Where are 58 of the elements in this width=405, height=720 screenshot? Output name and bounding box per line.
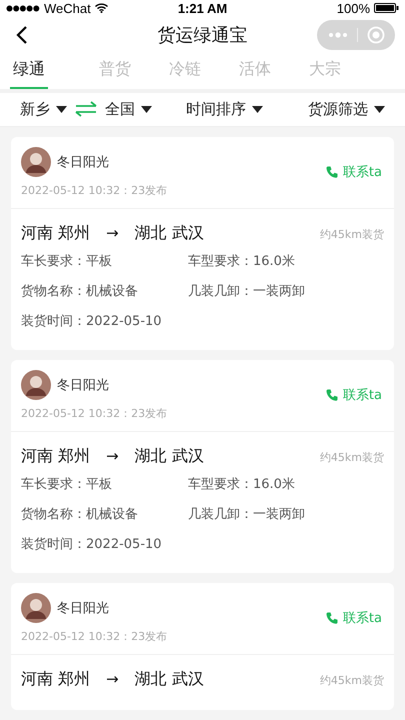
route-origin: 河南 郑州 bbox=[21, 668, 90, 690]
close-icon[interactable] bbox=[366, 26, 384, 44]
detail-text: 几装几卸：一装两卸 bbox=[188, 506, 306, 523]
miniprogram-capsule[interactable] bbox=[317, 20, 395, 50]
detail-text: 车型要求：16.0米 bbox=[188, 252, 296, 270]
post-time: 2022-05-12 10:32：23发布 bbox=[21, 628, 168, 644]
caret-icon bbox=[374, 106, 385, 113]
carrier-name: WeChat bbox=[44, 0, 91, 16]
detail-text: 装货时间：2022-05-10 bbox=[21, 536, 163, 553]
detail-text: 车长要求：平板 bbox=[21, 252, 113, 270]
distance-label: 约45km装货 bbox=[320, 672, 384, 688]
listing-card[interactable]: 冬日阳光 2022-05-12 10:32：23发布 联系ta 河南 郑州 → 湖北 武汉 约45km装货 车长要求：平板 车型要求：16.0米 货物名称：机械设备 几装几卸：一装两卸 装货时间：2022-05-10 bbox=[11, 360, 394, 573]
listing-card[interactable]: 冬日阳光 2022-05-12 10:32：23发布 联系ta 河南 郑州 → 湖北 武汉 约45km装货 bbox=[11, 582, 394, 710]
post-time: 2022-05-12 10:32：23发布 bbox=[21, 182, 168, 198]
destination-dropdown[interactable]: 全国 bbox=[105, 100, 152, 119]
route-destination: 湖北 武汉 bbox=[134, 668, 204, 690]
detail-text: 几装几卸：一装两卸 bbox=[188, 282, 306, 300]
route-arrow: → bbox=[106, 446, 119, 465]
phone-icon bbox=[326, 612, 338, 625]
sort-dropdown[interactable]: 时间排序 bbox=[186, 100, 263, 119]
route-origin: 河南 郑州 bbox=[21, 446, 90, 467]
user-name: 冬日阳光 bbox=[57, 376, 109, 394]
page-title: 货运绿通宝 bbox=[158, 24, 248, 47]
avatar bbox=[21, 146, 51, 177]
route-arrow: → bbox=[106, 224, 119, 242]
detail-text: 装货时间：2022-05-10 bbox=[21, 312, 163, 330]
caret-icon bbox=[252, 106, 263, 113]
caret-icon bbox=[141, 106, 152, 113]
origin-dropdown[interactable]: 新乡 bbox=[20, 100, 67, 119]
wifi-icon bbox=[94, 3, 108, 14]
caret-icon bbox=[56, 106, 67, 113]
status-time: 1:21 AM bbox=[178, 0, 228, 16]
battery-percent: 100% bbox=[336, 0, 370, 16]
avatar bbox=[21, 370, 51, 400]
detail-text: 货物名称：机械设备 bbox=[21, 282, 139, 300]
category-tab[interactable]: 绿通 bbox=[10, 52, 48, 89]
signal-icon bbox=[6, 4, 40, 12]
detail-text: 货物名称：机械设备 bbox=[21, 506, 139, 523]
listing-card[interactable]: 冬日阳光 2022-05-12 10:32：23发布 联系ta 河南 郑州 → 湖北 武汉 约45km装货 车长要求：平板 车型要求：16.0米 货物名称：机械设备 几装几卸：一装两卸 装货时间：2022-05-10 bbox=[11, 136, 394, 350]
route-arrow: → bbox=[106, 670, 119, 688]
back-icon[interactable] bbox=[16, 26, 28, 44]
detail-text: 车长要求：平板 bbox=[21, 476, 113, 493]
post-time: 2022-05-12 10:32：23发布 bbox=[21, 406, 168, 421]
phone-icon bbox=[326, 388, 338, 402]
user-name: 冬日阳光 bbox=[57, 600, 109, 617]
detail-text: 车型要求：16.0米 bbox=[188, 476, 296, 493]
battery-icon bbox=[374, 3, 399, 14]
route-destination: 湖北 武汉 bbox=[134, 222, 204, 244]
distance-label: 约45km装货 bbox=[320, 226, 384, 242]
swap-icon[interactable] bbox=[75, 101, 97, 118]
route-origin: 河南 郑州 bbox=[21, 222, 90, 244]
phone-icon bbox=[326, 166, 338, 179]
route-destination: 湖北 武汉 bbox=[134, 446, 204, 467]
more-icon[interactable] bbox=[328, 32, 348, 38]
user-name: 冬日阳光 bbox=[57, 154, 109, 171]
distance-label: 约45km装货 bbox=[320, 450, 384, 465]
avatar bbox=[21, 592, 51, 623]
filter-dropdown[interactable]: 货源筛选 bbox=[308, 100, 385, 119]
